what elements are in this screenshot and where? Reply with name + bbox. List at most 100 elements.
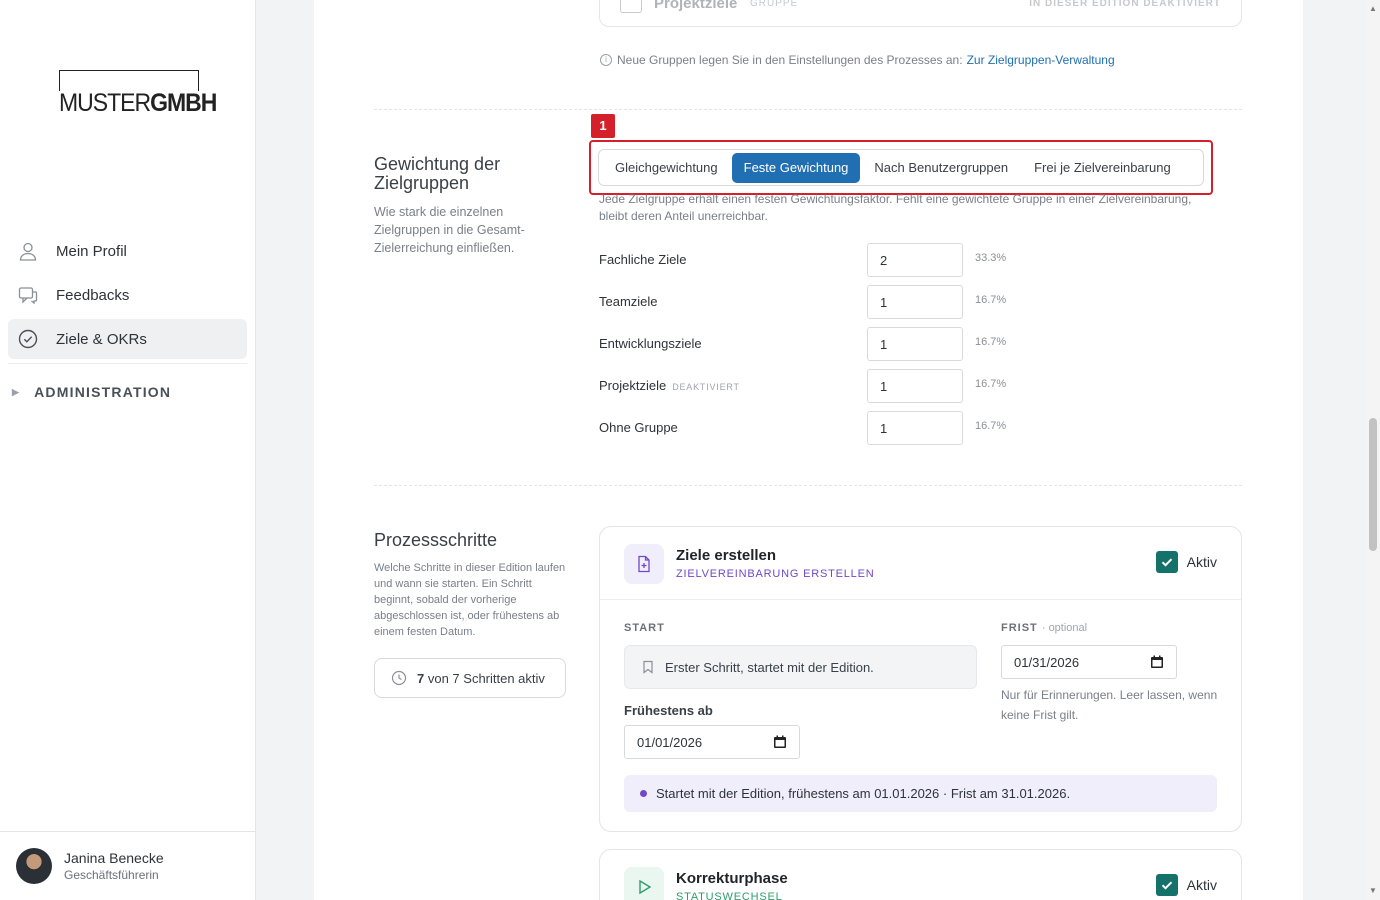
checkmark-icon [1155, 551, 1178, 573]
document-plus-icon [624, 544, 664, 584]
start-info: Erster Schritt, startet mit der Edition. [624, 645, 977, 689]
weight-percent: 16.7% [975, 294, 1007, 306]
clock-icon [391, 670, 407, 686]
chat-icon [18, 287, 38, 305]
process-step-card: Ziele erstellen ZIELVEREINBARUNG ERSTELL… [599, 526, 1242, 832]
active-label: Aktiv [1186, 554, 1217, 570]
weight-input[interactable]: 1 [867, 369, 963, 403]
earliest-date-input[interactable]: 01/01/2026 [624, 725, 800, 759]
active-label: Aktiv [1186, 877, 1217, 893]
caret-right-icon: ▶ [12, 386, 21, 397]
weight-label: Projektziele [599, 378, 667, 393]
groups-hint: i Neue Gruppen legen Sie in den Einstell… [600, 53, 1115, 67]
bookmark-icon [643, 660, 653, 674]
status-dot [640, 790, 647, 797]
earliest-date-value: 01/01/2026 [637, 734, 703, 750]
frist-label: FRIST · optional [1001, 622, 1087, 634]
check-circle-icon [18, 329, 38, 349]
process-step-card: Korrekturphase STATUSWECHSEL Aktiv [599, 849, 1242, 900]
zielgruppen-verwaltung-link[interactable]: Zur Zielgruppen-Verwaltung [967, 53, 1115, 67]
weight-percent: 16.7% [975, 420, 1007, 432]
user-icon [19, 242, 37, 261]
weighting-option-frei-je-zielvereinbarung[interactable]: Frei je Zielvereinbarung [1022, 153, 1183, 183]
frist-optional: · optional [1041, 622, 1088, 634]
section-divider [374, 485, 1242, 486]
annotation-badge: 1 [591, 114, 615, 138]
step-active-toggle[interactable]: Aktiv [1155, 551, 1217, 573]
user-name: Janina Benecke [64, 850, 164, 866]
start-label: START [624, 622, 665, 634]
nav-label: Feedbacks [56, 286, 130, 304]
step-header: Ziele erstellen ZIELVEREINBARUNG ERSTELL… [600, 527, 1241, 600]
user-role: Geschäftsführerin [64, 868, 159, 882]
weight-input[interactable]: 1 [867, 327, 963, 361]
info-icon: i [600, 54, 612, 66]
group-card-projektziele: Projektziele GRUPPE IN DIESER EDITION DE… [599, 0, 1242, 27]
step-active-toggle[interactable]: Aktiv [1155, 874, 1217, 896]
weight-row: Fachliche Ziele 2 33.3% [599, 243, 1019, 277]
step-title: Korrekturphase [676, 870, 788, 887]
page-scrollbar[interactable]: ▲ ▼ [1366, 0, 1380, 900]
calendar-icon[interactable] [1150, 655, 1164, 669]
weight-input[interactable]: 2 [867, 243, 963, 277]
weighting-explanation: Jede Zielgruppe erhält einen festen Gewi… [599, 192, 1192, 223]
play-icon [624, 867, 664, 900]
step-subtitle: ZIELVEREINBARUNG ERSTELLEN [676, 568, 875, 580]
weighting-title: Gewichtung der Zielgruppen [374, 154, 501, 193]
groups-hint-text: Neue Gruppen legen Sie in den Einstellun… [617, 53, 963, 67]
active-steps-text: von 7 Schritten aktiv [427, 670, 545, 686]
weight-row: Projektziele DEAKTIVIERT 1 16.7% [599, 369, 1019, 403]
weighting-description: Wie stark die einzelnen Zielgruppen in d… [374, 205, 525, 255]
process-description: Welche Schritte in dieser Edition laufen… [374, 562, 566, 638]
edition-status: IN DIESER EDITION DEAKTIVIERT [1029, 0, 1221, 9]
active-steps-counter: 7 von 7 Schritten aktiv [374, 658, 566, 698]
avatar [16, 848, 52, 884]
group-checkbox [620, 0, 642, 13]
nav-item-feedbacks[interactable]: Feedbacks [8, 275, 247, 315]
calendar-icon[interactable] [773, 735, 787, 749]
logo-text-light: MUSTER [59, 87, 151, 117]
deactivated-tag: DEAKTIVIERT [672, 382, 740, 392]
weight-input[interactable]: 1 [867, 411, 963, 445]
step-header: Korrekturphase STATUSWECHSEL Aktiv [600, 850, 1241, 900]
nav-divider [8, 363, 247, 364]
active-steps-count: 7 [417, 670, 425, 686]
summary-text: Startet mit der Edition, frühestens am 0… [656, 786, 1071, 801]
scroll-up-icon[interactable]: ▲ [1369, 4, 1377, 13]
earliest-label: Frühestens ab [624, 703, 713, 718]
checkmark-icon [1155, 874, 1178, 896]
weight-input[interactable]: 1 [867, 285, 963, 319]
weight-percent: 16.7% [975, 336, 1007, 348]
weight-row: Ohne Gruppe 1 16.7% [599, 411, 1019, 445]
process-title: Prozessschritte [374, 530, 498, 550]
scroll-down-icon[interactable]: ▼ [1369, 886, 1377, 895]
weight-percent: 16.7% [975, 378, 1007, 390]
company-logo[interactable]: MUSTERGMBH [59, 70, 219, 115]
start-text: Erster Schritt, startet mit der Edition. [665, 659, 874, 675]
weighting-option-feste-gewichtung[interactable]: Feste Gewichtung [731, 152, 861, 183]
nav-item-mein-profil[interactable]: Mein Profil [8, 231, 247, 271]
weighting-option-nach-benutzergruppen[interactable]: Nach Benutzergruppen [862, 153, 1020, 183]
weight-label: Entwicklungsziele [599, 336, 702, 351]
scrollbar-thumb[interactable] [1369, 418, 1377, 551]
weighting-mode-selector: Gleichgewichtung Feste Gewichtung Nach B… [598, 149, 1204, 186]
weighting-option-gleichgewichtung[interactable]: Gleichgewichtung [603, 153, 730, 183]
weight-label: Fachliche Ziele [599, 252, 687, 267]
section-divider [374, 109, 1242, 110]
step-schedule-summary: Startet mit der Edition, frühestens am 0… [624, 775, 1217, 812]
frist-date-input[interactable]: 01/31/2026 [1001, 645, 1177, 679]
sidebar: MUSTERGMBH Mein Profil Feedbacks Ziele &… [0, 0, 256, 900]
user-profile[interactable]: Janina Benecke Geschäftsführerin [0, 831, 255, 900]
weight-row: Teamziele 1 16.7% [599, 285, 1019, 319]
step-title: Ziele erstellen [676, 547, 777, 564]
administration-toggle[interactable]: ▶ ADMINISTRATION [12, 384, 171, 400]
administration-label: ADMINISTRATION [34, 384, 172, 400]
nav-label: Mein Profil [56, 242, 127, 260]
weight-row: Entwicklungsziele 1 16.7% [599, 327, 1019, 361]
nav-item-ziele-okrs[interactable]: Ziele & OKRs [8, 319, 247, 359]
group-tag: GRUPPE [750, 0, 799, 9]
logo-text-bold: GMBH [150, 87, 217, 117]
group-title: Projektziele [654, 0, 738, 12]
step-subtitle: STATUSWECHSEL [676, 891, 783, 900]
frist-label-text: FRIST [1001, 622, 1038, 634]
